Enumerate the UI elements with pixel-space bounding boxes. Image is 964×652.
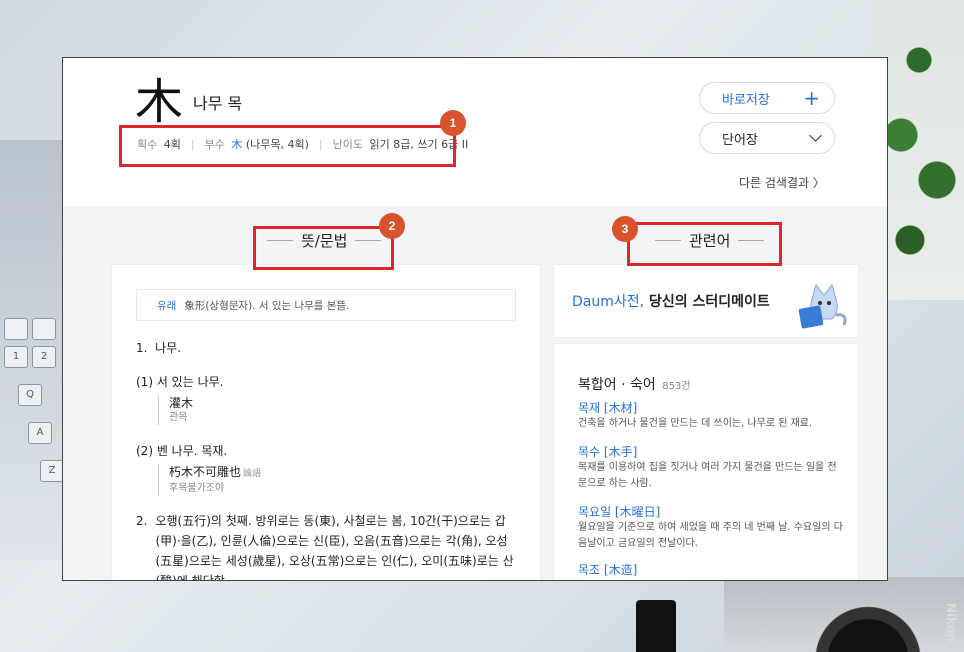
background-camera-lens [636,600,676,652]
compound-count: 853건 [662,381,691,392]
annotation-box-2 [253,226,394,270]
example-1: 灌木 관목 [158,395,193,425]
sub-definition-text: 벤 나무. 목재. [156,444,228,458]
compound-word-desc: 목재를 이용하여 집을 짓거나 여러 가지 물건을 만드는 일을 전문으로 하는… [578,462,837,489]
compound-word-desc: 월요일을 기준으로 하여 세었을 때 주의 네 번째 날. 수요일의 다음날이고… [578,522,843,549]
keyboard-key: A [28,422,52,444]
compound-title-text: 복합어 · 숙어 [578,377,656,393]
sub-definition-number: (1) [136,375,153,389]
definition-1: 1. 나무. [136,339,181,356]
keyboard-key [32,318,56,340]
camera-brand: Nikon [944,603,960,642]
definition-2: 2. 오행(五行)의 첫째. 방위로는 동(東), 사철로는 봄, 10간(干)… [136,511,516,581]
quick-save-button[interactable]: 바로저장 + [699,82,835,114]
etymology-box: 유래 象形(상형문자). 서 있는 나무를 본뜸. [136,289,516,321]
sub-definition-number: (2) [136,444,153,458]
quick-save-label: 바로저장 [722,92,770,108]
promo-text: Daum사전, 당신의 스터디메이트 [572,291,770,311]
keyboard-key [4,318,28,340]
definition-text: 나무. [155,341,181,355]
definition-number: 1. [136,341,148,355]
annotation-badge-2: 2 [379,213,405,239]
sub-definition-1: (1) 서 있는 나무. [136,373,223,390]
promo-brand: Daum사전, [572,294,645,310]
compound-title: 복합어 · 숙어 853건 [578,374,691,394]
compound-word-item: 목재 [木材] 건축을 하거나 물건을 만드는 데 쓰이는, 나무로 된 재료. [578,400,844,432]
other-results-link[interactable]: 다른 검색결과 〉 [739,174,825,191]
plus-icon: + [803,86,820,110]
keyboard-key: Q [18,384,42,406]
annotation-box-3 [627,222,782,266]
promo-slogan: 당신의 스터디메이트 [644,294,770,310]
example-hanja[interactable]: 朽木不可雕也 論語 [169,464,261,482]
etymology-label: 유래 [157,299,177,312]
daum-promo-banner[interactable]: Daum사전, 당신의 스터디메이트 [553,264,859,338]
entry-hanja: 木 [135,74,184,130]
example-source: 論語 [243,469,262,479]
example-reading: 후목불가조야 [169,483,225,494]
sub-definition-2: (2) 벤 나무. 목재. [136,442,227,459]
compound-words-card: 복합어 · 숙어 853건 목재 [木材] 건축을 하거나 물건을 만드는 데 … [553,343,859,580]
example-hanja[interactable]: 灌木 [169,395,193,411]
compound-word-item: 목조 [木造] [578,562,844,578]
example-2: 朽木不可雕也 論語 후목불가조야 [158,464,261,496]
annotation-box-1 [119,125,456,167]
cat-mascot-icon [798,283,847,329]
keyboard-key: 1 [4,346,28,368]
background-camera: Nikon [724,577,964,652]
compound-word-link[interactable]: 목조 [木造] [578,562,844,578]
annotation-badge-3: 3 [612,216,638,242]
chevron-down-icon [809,129,822,142]
definition-text: 오행(五行)의 첫째. 방위로는 동(東), 사철로는 봄, 10간(干)으로는… [155,514,514,581]
vocabulary-dropdown[interactable]: 단어장 [699,122,835,154]
compound-word-link[interactable]: 목재 [木材] [578,400,844,416]
annotation-badge-1: 1 [440,110,466,136]
compound-word-link[interactable]: 목요일 [木曜日] [578,504,844,520]
etymology-text: 象形(상형문자). 서 있는 나무를 본뜸. [184,299,350,312]
keyboard-key: 2 [32,346,56,368]
vocabulary-label: 단어장 [722,132,758,148]
compound-word-item: 목요일 [木曜日] 월요일을 기준으로 하여 세었을 때 주의 네 번째 날. … [578,504,844,552]
definition-number: 2. [136,514,148,528]
compound-word-desc: 건축을 하거나 물건을 만드는 데 쓰이는, 나무로 된 재료. [578,418,813,429]
entry-meaning: 나무 목 [193,94,243,113]
meaning-card: 유래 象形(상형문자). 서 있는 나무를 본뜸. 1. 나무. (1) 서 있… [111,264,541,581]
example-reading: 관목 [169,412,188,423]
sub-definition-text: 서 있는 나무. [156,375,224,389]
compound-word-link[interactable]: 목수 [木手] [578,444,844,460]
keyboard-key: Z [40,460,64,482]
compound-word-item: 목수 [木手] 목재를 이용하여 집을 짓거나 여러 가지 물건을 만드는 일을… [578,444,844,492]
example-hanja-text: 朽木不可雕也 [169,465,242,479]
